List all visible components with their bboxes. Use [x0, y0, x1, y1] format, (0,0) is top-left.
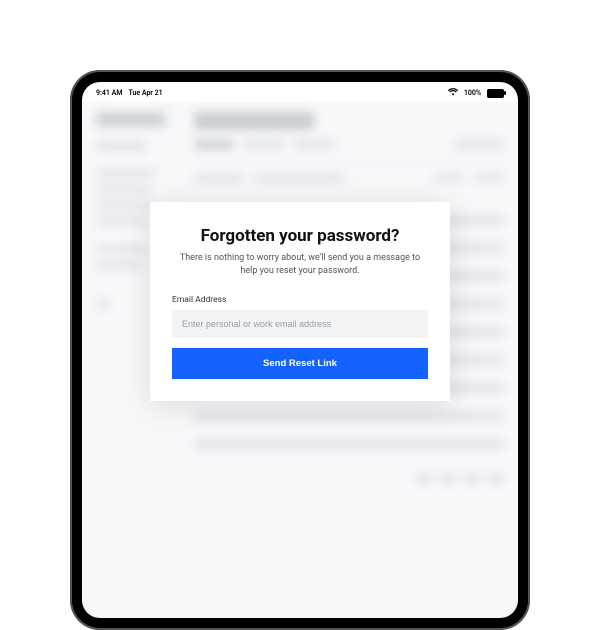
- screen: 9:41 AM Tue Apr 21 100%: [82, 82, 518, 618]
- email-input[interactable]: [172, 310, 428, 338]
- battery-percentage: 100%: [464, 89, 481, 97]
- tablet-device-frame: 9:41 AM Tue Apr 21 100%: [70, 70, 530, 630]
- battery-icon: [487, 89, 504, 98]
- send-reset-link-button[interactable]: Send Reset Link: [172, 348, 428, 379]
- wifi-icon: [448, 88, 458, 98]
- status-date: Tue Apr 21: [128, 89, 162, 97]
- status-bar: 9:41 AM Tue Apr 21 100%: [82, 82, 518, 102]
- modal-subtitle: There is nothing to worry about, we'll s…: [172, 252, 428, 277]
- modal-title: Forgotten your password?: [172, 226, 428, 246]
- email-label: Email Address: [172, 295, 428, 305]
- forgot-password-modal: Forgotten your password? There is nothin…: [150, 202, 450, 401]
- status-time: 9:41 AM: [96, 89, 122, 97]
